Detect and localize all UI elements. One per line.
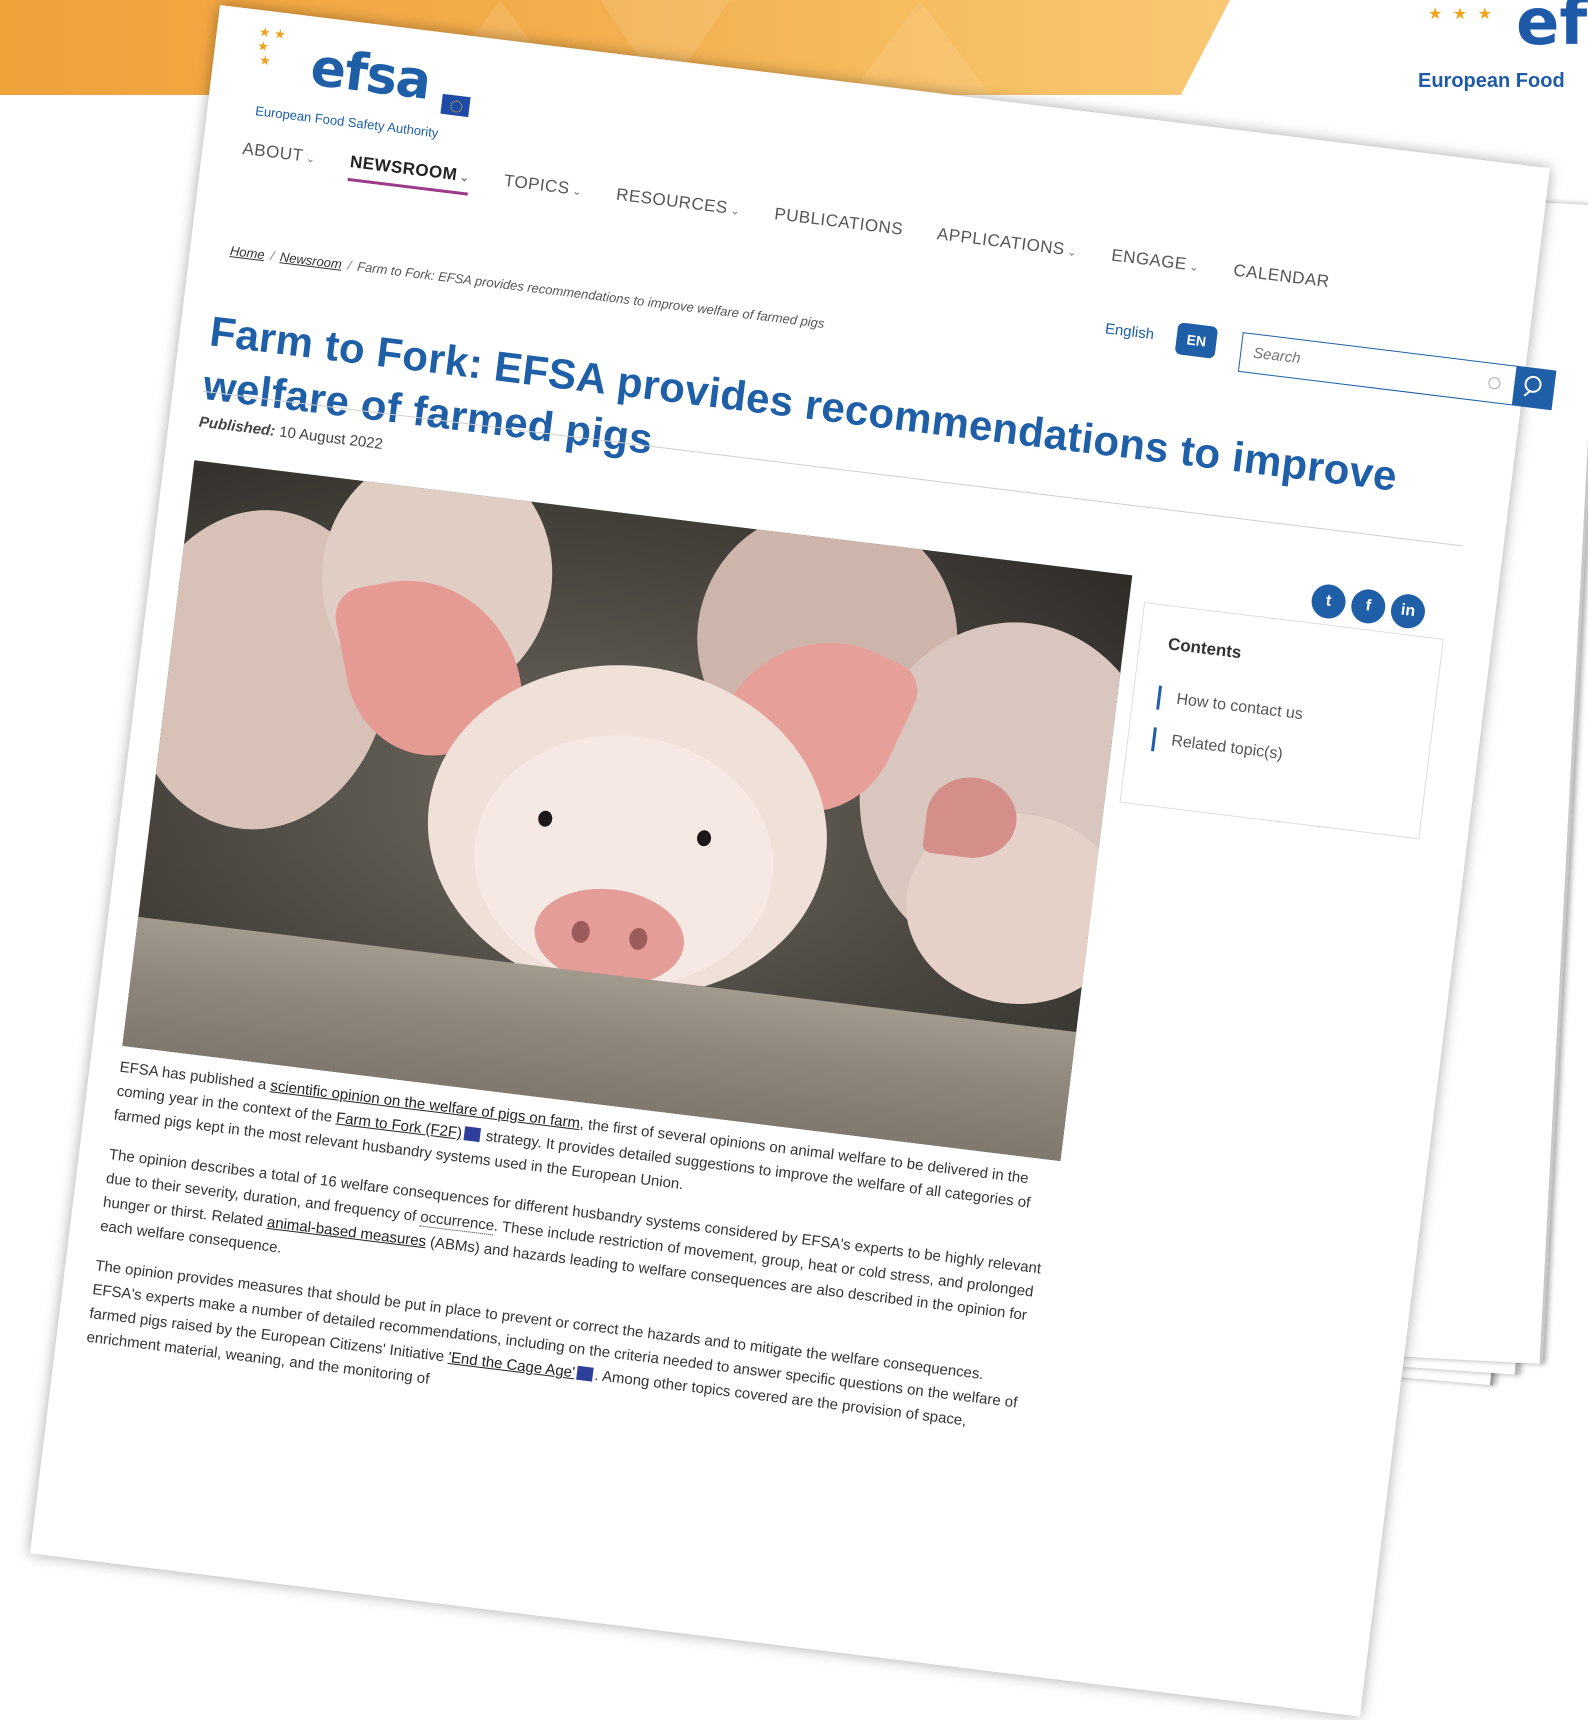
- breadcrumb-current: Farm to Fork: EFSA provides recommendati…: [356, 258, 826, 331]
- chevron-down-icon: ⌄: [729, 204, 741, 218]
- web-page: ★ ★ ★ ★ efsa European Food Safety Authori…: [29, 5, 1557, 1717]
- nav-about[interactable]: ABOUT⌄: [241, 139, 317, 174]
- search-box: [1237, 332, 1518, 406]
- breadcrumb-newsroom[interactable]: Newsroom: [279, 249, 342, 271]
- efsa-logo[interactable]: ★ ★ ★ ★ efsa European Food Safety Authori…: [244, 24, 476, 161]
- glossary-term[interactable]: occurrence: [419, 1208, 496, 1236]
- eu-flag-icon: [440, 93, 471, 118]
- contents-title: Contents: [1167, 634, 1243, 663]
- corner-efsa-logo: ★ ★ ★ ef European Food: [1398, 0, 1588, 100]
- corner-logo-text: ef: [1516, 0, 1588, 60]
- corner-logo-subtitle: European Food: [1418, 70, 1565, 92]
- language-selector[interactable]: EN: [1174, 322, 1219, 359]
- nav-engage[interactable]: ENGAGE⌄: [1110, 246, 1201, 283]
- eu-stars-icon: ★ ★ ★: [1428, 6, 1495, 23]
- nav-applications[interactable]: APPLICATIONS⌄: [935, 224, 1078, 267]
- contents-link-contact[interactable]: How to contact us: [1156, 685, 1305, 728]
- nav-calendar[interactable]: CALENDAR: [1232, 261, 1330, 299]
- logo-text: efsa: [307, 37, 434, 112]
- nav-publications[interactable]: PUBLICATIONS: [773, 204, 904, 246]
- chevron-down-icon: ⌄: [571, 185, 583, 199]
- eu-stars-icon: ★ ★ ★ ★: [254, 24, 287, 69]
- search-input[interactable]: [1239, 333, 1486, 399]
- breadcrumb-home[interactable]: Home: [229, 243, 265, 262]
- banner-shape: [850, 0, 990, 95]
- chevron-down-icon: ⌄: [1188, 261, 1200, 275]
- search-button[interactable]: [1511, 365, 1557, 411]
- chevron-down-icon: ⌄: [1066, 246, 1078, 260]
- chevron-down-icon: ⌄: [459, 171, 471, 185]
- linkedin-icon[interactable]: in: [1389, 592, 1427, 631]
- contents-link-related-topics[interactable]: Related topic(s): [1151, 727, 1285, 767]
- external-link-icon[interactable]: [576, 1365, 594, 1382]
- breadcrumb-separator: /: [269, 248, 276, 264]
- hero-image-pig: [122, 460, 1133, 1162]
- chevron-down-icon: ⌄: [305, 152, 317, 166]
- external-link-icon[interactable]: [463, 1126, 481, 1143]
- clear-search-icon[interactable]: [1487, 376, 1502, 390]
- contents-panel: Contents How to contact us Related topic…: [1119, 602, 1444, 840]
- nav-resources[interactable]: RESOURCES⌄: [614, 185, 741, 226]
- twitter-icon[interactable]: t: [1309, 582, 1348, 621]
- language-label[interactable]: English: [1104, 320, 1155, 343]
- nav-topics[interactable]: TOPICS⌄: [502, 171, 583, 206]
- breadcrumb-separator: /: [346, 257, 353, 273]
- facebook-icon[interactable]: f: [1349, 587, 1388, 626]
